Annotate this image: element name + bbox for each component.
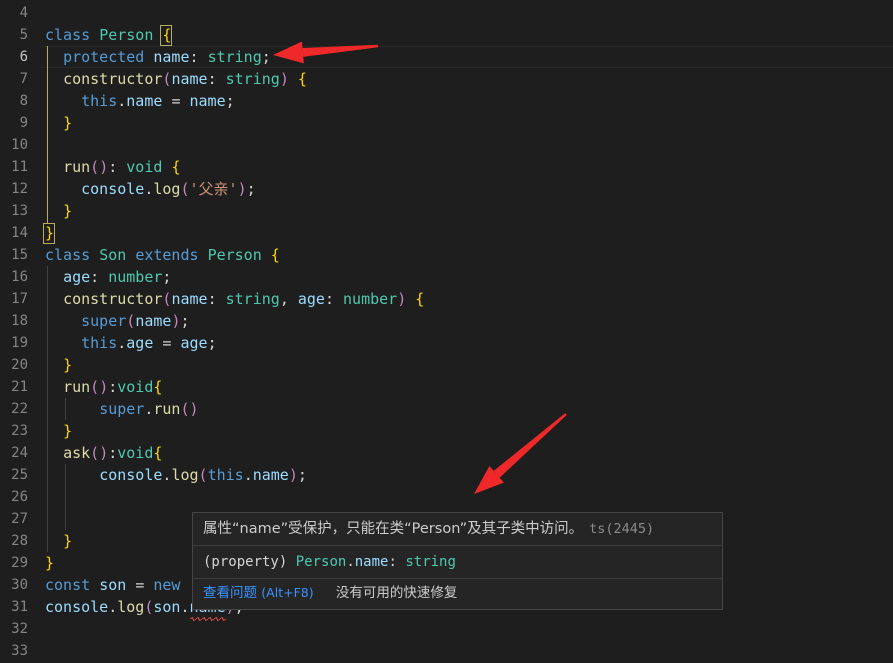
code-line-text: class Son extends Person {: [45, 246, 280, 264]
line-number: 33: [11, 643, 28, 659]
line-number: 27: [11, 511, 28, 527]
code-line[interactable]: }: [40, 112, 893, 134]
code-line[interactable]: console.log(this.name);: [40, 464, 893, 486]
line-number: 18: [11, 313, 28, 329]
code-line-text: this.age = age;: [81, 334, 217, 352]
tooltip-actions-section: 查看问题 (Alt+F8) 没有可用的快速修复: [193, 579, 722, 609]
line-number: 10: [11, 137, 28, 153]
line-number: 17: [11, 291, 28, 307]
code-line-text: age: number;: [63, 268, 172, 286]
code-editor[interactable]: 4 5 6 7 8 9 10 11 12 13 14 15 16 17 18 19 20 21 22 23 24 25 26…: [0, 0, 893, 663]
signature-member: name: [354, 554, 389, 570]
code-line[interactable]: [40, 640, 893, 662]
code-line-text: console.log(this.name);: [99, 466, 307, 484]
no-quick-fix-label: 没有可用的快速修复: [335, 585, 458, 601]
code-line[interactable]: super(name);: [40, 310, 893, 332]
code-line[interactable]: constructor(name: string, age: number) {: [40, 288, 893, 310]
line-number: 24: [11, 445, 28, 461]
code-line[interactable]: [40, 618, 893, 640]
view-problem-shortcut: (Alt+F8): [261, 585, 314, 600]
code-line[interactable]: ask():void{: [40, 442, 893, 464]
code-line[interactable]: age: number;: [40, 266, 893, 288]
code-line[interactable]: }: [40, 200, 893, 222]
code-line-text: }: [63, 422, 73, 440]
line-number: 28: [11, 533, 28, 549]
code-line[interactable]: }: [40, 354, 893, 376]
tooltip-diagnostic-code: ts(2445): [589, 521, 655, 537]
line-number: 15: [11, 247, 28, 263]
code-line-text: super.run(): [99, 400, 199, 418]
line-number: 23: [11, 423, 28, 439]
code-line[interactable]: run(): void {: [40, 156, 893, 178]
tooltip-signature: (property) Person.name: string: [203, 554, 456, 570]
code-line[interactable]: this.name = name;: [40, 90, 893, 112]
code-line-text: }: [63, 114, 73, 132]
line-number: 22: [11, 401, 28, 417]
code-line[interactable]: constructor(name: string) {: [40, 68, 893, 90]
code-line-text: }: [63, 532, 73, 550]
line-number: 5: [19, 27, 28, 43]
line-number: 25: [11, 467, 28, 483]
tooltip-diagnostic-message: 属性“name”受保护，只能在类“Person”及其子类中访问。: [203, 521, 584, 537]
code-line[interactable]: class Son extends Person {: [40, 244, 893, 266]
line-number: 21: [11, 379, 28, 395]
code-line-text: console.log('父亲');: [81, 180, 256, 198]
line-number: 14: [11, 225, 28, 241]
code-line[interactable]: class Person {: [40, 24, 893, 46]
code-line[interactable]: }: [40, 420, 893, 442]
code-line[interactable]: run():void{: [40, 376, 893, 398]
code-line-text: class Person {: [45, 26, 172, 44]
view-problem-link[interactable]: 查看问题: [203, 585, 257, 601]
line-number: 26: [11, 489, 28, 505]
line-number: 12: [11, 181, 28, 197]
code-line[interactable]: }: [40, 222, 893, 244]
signature-kind: (property): [203, 554, 288, 570]
line-number: 11: [11, 159, 28, 175]
code-line-text: }: [45, 554, 55, 572]
code-line-text: this.name = name;: [81, 92, 235, 110]
line-number: 8: [19, 93, 28, 109]
line-number: 13: [11, 203, 28, 219]
line-number: 16: [11, 269, 28, 285]
line-number: 29: [11, 555, 28, 571]
code-line[interactable]: this.age = age;: [40, 332, 893, 354]
line-number: 30: [11, 577, 28, 593]
code-line[interactable]: [40, 134, 893, 156]
code-line[interactable]: protected name: string;: [40, 46, 893, 68]
line-number: 19: [11, 335, 28, 351]
code-line[interactable]: console.log('父亲');: [40, 178, 893, 200]
editor-gutter[interactable]: 4 5 6 7 8 9 10 11 12 13 14 15 16 17 18 19 20 21 22 23 24 25 26…: [0, 0, 40, 663]
code-line-text: }: [63, 202, 73, 220]
hover-tooltip[interactable]: 属性“name”受保护，只能在类“Person”及其子类中访问。 ts(2445)…: [192, 512, 723, 610]
code-line[interactable]: super.run(): [40, 398, 893, 420]
code-line-text: super(name);: [81, 312, 190, 330]
signature-owner: Person: [295, 554, 347, 570]
code-line-text: run():void{: [63, 378, 163, 396]
line-number: 31: [11, 599, 28, 615]
tooltip-signature-section: (property) Person.name: string: [193, 546, 722, 579]
code-line-text: }: [63, 356, 73, 374]
line-number: 9: [19, 115, 28, 131]
code-line-text: constructor(name: string) {: [63, 70, 307, 88]
code-line[interactable]: [40, 2, 893, 24]
tooltip-diagnostic-section: 属性“name”受保护，只能在类“Person”及其子类中访问。 ts(2445): [193, 513, 722, 546]
code-line-text: constructor(name: string, age: number) {: [63, 290, 425, 308]
code-line-text: ask():void{: [63, 444, 163, 462]
code-line-text: protected name: string;: [63, 48, 271, 66]
line-number: 32: [11, 621, 28, 637]
line-number: 4: [19, 5, 28, 21]
signature-separator: :: [388, 554, 397, 570]
code-line-text: const son = new: [45, 576, 181, 594]
code-line-text: }: [45, 224, 55, 242]
line-number: 6: [19, 49, 28, 65]
signature-type: string: [405, 554, 456, 570]
code-line[interactable]: [40, 486, 893, 508]
line-number: 20: [11, 357, 28, 373]
line-number: 7: [19, 71, 28, 87]
code-line-text: run(): void {: [63, 158, 181, 176]
